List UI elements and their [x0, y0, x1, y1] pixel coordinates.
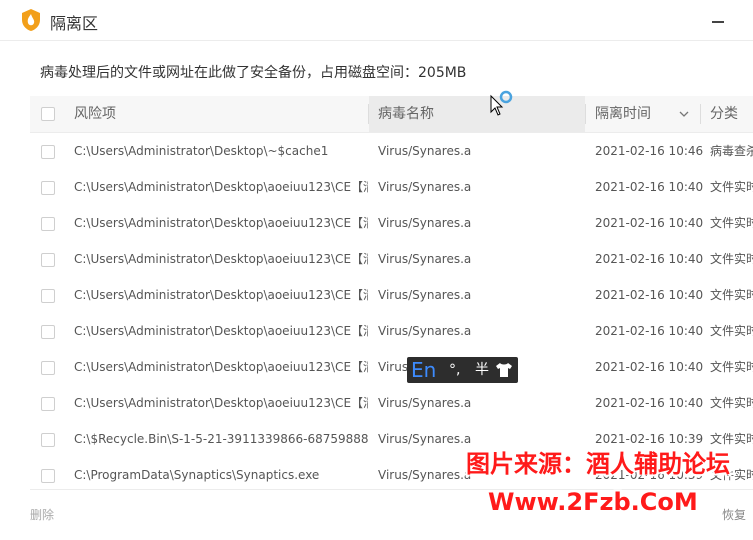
quarantine-time: 2021-02-16 10:40 — [595, 360, 704, 374]
minimize-button[interactable] — [712, 21, 724, 23]
row-checkbox[interactable] — [41, 397, 55, 411]
virus-name: Virus/Synares.a — [378, 180, 472, 194]
storage-info-text: 病毒处理后的文件或网址在此做了安全备份，占用磁盘空间：205MB — [40, 65, 467, 81]
busy-cursor-icon — [490, 90, 513, 116]
row-checkbox[interactable] — [41, 253, 55, 267]
table-row[interactable]: C:\Users\Administrator\Desktop\~$cache1 … — [30, 133, 753, 169]
risk-path: C:\$Recycle.Bin\S-1-5-21-3911339866-6875… — [74, 432, 368, 446]
virus-name: Virus/Synares.a — [378, 216, 472, 230]
quarantine-time: 2021-02-16 10:40 — [595, 396, 704, 410]
category: 文件实时 — [710, 324, 753, 338]
quarantine-time: 2021-02-16 10:46 — [595, 144, 704, 158]
column-divider[interactable] — [700, 104, 701, 124]
ime-width-toggle[interactable]: 半 — [475, 357, 489, 383]
header-quarantine-time-label: 隔离时间 — [595, 106, 651, 122]
category: 文件实时 — [710, 216, 753, 230]
virus-name: Virus/Synares.a — [378, 252, 472, 266]
row-checkbox[interactable] — [41, 433, 55, 447]
row-checkbox[interactable] — [41, 181, 55, 195]
tshirt-icon[interactable] — [495, 362, 513, 378]
row-checkbox[interactable] — [41, 145, 55, 159]
row-checkbox[interactable] — [41, 289, 55, 303]
table-row[interactable]: C:\Users\Administrator\Desktop\aoeiuu123… — [30, 349, 753, 385]
row-checkbox[interactable] — [41, 361, 55, 375]
quarantine-time: 2021-02-16 10:40 — [595, 324, 704, 338]
risk-path: C:\Users\Administrator\Desktop\aoeiuu123… — [74, 252, 368, 266]
category: 文件实时 — [710, 396, 753, 410]
column-divider[interactable] — [585, 104, 586, 124]
category: 文件实时 — [710, 180, 753, 194]
ime-punctuation-toggle[interactable]: °, — [449, 357, 460, 383]
header-virus-name-label: 病毒名称 — [378, 106, 434, 122]
chevron-down-icon — [679, 111, 689, 117]
virus-name: Virus/Synares.a — [378, 324, 472, 338]
delete-button[interactable]: 删除 — [30, 506, 54, 523]
header-risk-item[interactable]: 风险项 — [74, 96, 116, 132]
category: 文件实时 — [710, 288, 753, 302]
category: 文件实时 — [710, 252, 753, 266]
risk-path: C:\ProgramData\Synaptics\Synaptics.exe — [74, 468, 320, 482]
watermark-source-text: 图片来源：酒人辅助论坛 — [466, 450, 730, 478]
ime-language-toggle[interactable]: En — [411, 357, 436, 383]
table-row[interactable]: C:\Users\Administrator\Desktop\aoeiuu123… — [30, 169, 753, 205]
table-row[interactable]: C:\Users\Administrator\Desktop\aoeiuu123… — [30, 241, 753, 277]
table-row[interactable]: C:\Users\Administrator\Desktop\aoeiuu123… — [30, 313, 753, 349]
virus-name: Virus/Synares.a — [378, 144, 472, 158]
row-checkbox[interactable] — [41, 325, 55, 339]
quarantine-time: 2021-02-16 10:40 — [595, 216, 704, 230]
table-header: 风险项 病毒名称 隔离时间 分类 — [30, 96, 753, 133]
risk-path: C:\Users\Administrator\Desktop\aoeiuu123… — [74, 396, 368, 410]
quarantine-time: 2021-02-16 10:40 — [595, 180, 704, 194]
window-title: 隔离区 — [50, 14, 99, 33]
row-checkbox[interactable] — [41, 217, 55, 231]
virus-name: Virus/Synares.a — [378, 288, 472, 302]
ime-status-bar[interactable]: En °, 半 — [407, 357, 518, 383]
restore-button[interactable]: 恢复 — [722, 506, 746, 523]
watermark-url-text: Www.2Fzb.CoM — [488, 488, 698, 516]
header-virus-name[interactable]: 病毒名称 — [369, 96, 585, 132]
category: 文件实时 — [710, 360, 753, 374]
risk-path: C:\Users\Administrator\Desktop\aoeiuu123… — [74, 180, 368, 194]
app-shield-logo-icon — [22, 9, 40, 31]
quarantine-time: 2021-02-16 10:40 — [595, 252, 704, 266]
risk-path: C:\Users\Administrator\Desktop\aoeiuu123… — [74, 288, 368, 302]
table-row[interactable]: C:\Users\Administrator\Desktop\aoeiuu123… — [30, 385, 753, 421]
risk-path: C:\Users\Administrator\Desktop\aoeiuu123… — [74, 216, 368, 230]
title-bar: 隔离区 — [0, 0, 753, 41]
table-row[interactable]: C:\Users\Administrator\Desktop\aoeiuu123… — [30, 205, 753, 241]
select-all-checkbox[interactable] — [41, 107, 55, 121]
row-checkbox[interactable] — [41, 469, 55, 483]
risk-path: C:\Users\Administrator\Desktop\aoeiuu123… — [74, 360, 368, 374]
risk-path: C:\Users\Administrator\Desktop\aoeiuu123… — [74, 324, 368, 338]
header-quarantine-time[interactable]: 隔离时间 — [595, 96, 695, 132]
header-category[interactable]: 分类 — [710, 96, 738, 132]
quarantine-time: 2021-02-16 10:40 — [595, 288, 704, 302]
table-row[interactable]: C:\Users\Administrator\Desktop\aoeiuu123… — [30, 277, 753, 313]
risk-path: C:\Users\Administrator\Desktop\~$cache1 — [74, 144, 329, 158]
virus-name: Virus/Synares.a — [378, 396, 472, 410]
category: 病毒查杀 — [710, 144, 753, 158]
